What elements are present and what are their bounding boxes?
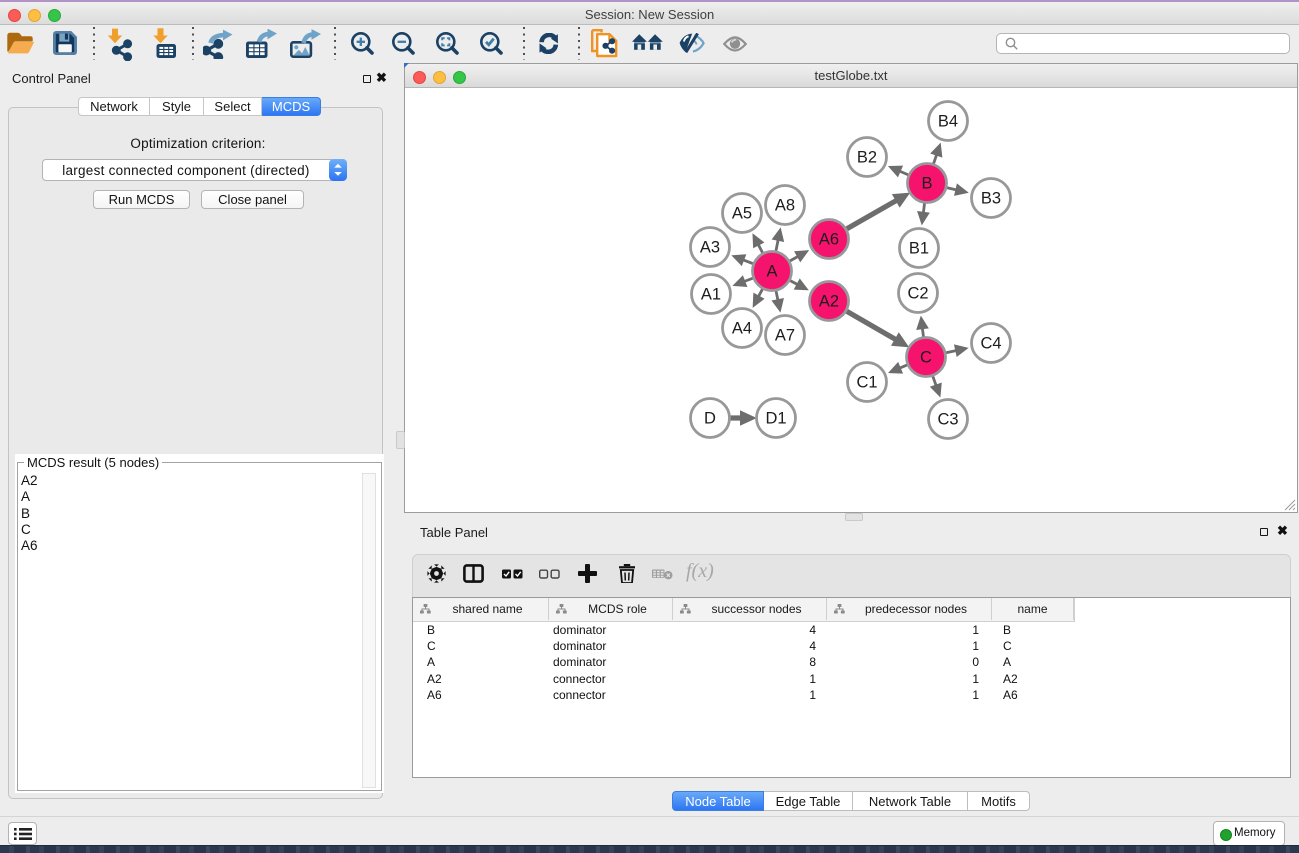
svg-text:A1: A1 [701,286,721,304]
svg-text:C2: C2 [907,285,928,303]
svg-text:A7: A7 [775,327,795,345]
svg-text:A3: A3 [700,239,720,257]
svg-text:A6: A6 [819,231,839,249]
svg-text:A5: A5 [732,205,752,223]
svg-text:C1: C1 [856,374,877,392]
svg-text:A4: A4 [732,320,752,338]
svg-text:B2: B2 [857,149,877,167]
svg-text:B1: B1 [909,240,929,258]
svg-text:B3: B3 [981,190,1001,208]
svg-text:C3: C3 [937,411,958,429]
svg-text:D: D [704,410,716,428]
svg-text:D1: D1 [765,410,786,428]
svg-text:B4: B4 [938,113,958,131]
svg-text:B: B [921,175,932,193]
svg-text:C: C [920,349,932,367]
svg-text:A: A [766,263,777,281]
svg-text:C4: C4 [980,335,1001,353]
svg-text:A8: A8 [775,197,795,215]
svg-text:A2: A2 [819,293,839,311]
